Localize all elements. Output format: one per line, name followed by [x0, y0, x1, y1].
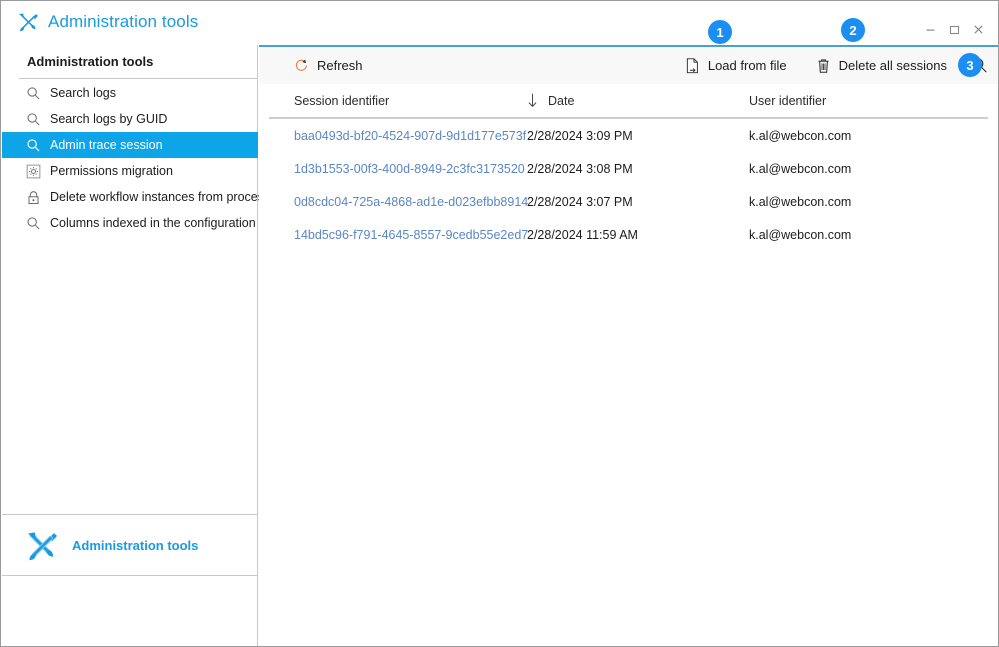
sidebar-item-search-logs[interactable]: Search logs [2, 80, 258, 106]
sidebar-header-divider [19, 78, 258, 79]
cell-date: 2/28/2024 11:59 AM [527, 227, 638, 242]
arrow-down-icon [528, 93, 537, 108]
table-header-row: Session identifier Date User identifier [259, 84, 998, 119]
delete-all-sessions-label: Delete all sessions [838, 58, 947, 73]
sidebar-item-label: Columns indexed in the configuration [50, 215, 256, 230]
cell-session-identifier[interactable]: 14bd5c96-f791-4645-8557-9cedb55e2ed7 [259, 228, 528, 242]
table-header-divider [269, 117, 988, 119]
cell-user-identifier: k.al@webcon.com [749, 128, 852, 143]
file-import-icon [684, 57, 701, 74]
toolbar-right-group: Load from file Delete all sessions [680, 57, 998, 74]
close-button[interactable] [966, 19, 990, 39]
application-window: Administration tools Administration tool… [0, 0, 999, 647]
gear-icon [24, 162, 42, 180]
cell-date: 2/28/2024 3:08 PM [527, 161, 633, 176]
cell-date: 2/28/2024 3:09 PM [527, 128, 633, 143]
sidebar-item-search-logs-by-guid[interactable]: Search logs by GUID [2, 106, 258, 132]
table-row[interactable]: 1d3b1553-00f3-400d-8949-2c3fc3173520 2/2… [259, 152, 998, 185]
minimize-button[interactable] [918, 19, 942, 39]
minimize-icon [926, 29, 934, 31]
lock-icon [24, 188, 42, 206]
sidebar-item-permissions-migration[interactable]: Permissions migration [2, 158, 258, 184]
column-header-user-identifier[interactable]: User identifier [749, 94, 969, 108]
window-controls [918, 19, 990, 39]
sidebar-item-label: Permissions migration [50, 163, 173, 178]
close-icon [973, 24, 983, 34]
sidebar-footer[interactable]: Administration tools [2, 514, 258, 576]
sessions-table: Session identifier Date User identifier … [259, 84, 998, 251]
maximize-icon [949, 25, 959, 34]
search-icon [24, 84, 42, 102]
search-icon [24, 214, 42, 232]
cell-session-identifier[interactable]: 1d3b1553-00f3-400d-8949-2c3fc3173520 [259, 162, 527, 176]
tools-icon [27, 532, 57, 561]
table-row[interactable]: 14bd5c96-f791-4645-8557-9cedb55e2ed7 2/2… [259, 218, 998, 251]
sidebar-item-label: Search logs by GUID [50, 111, 168, 126]
cell-user-identifier: k.al@webcon.com [749, 194, 852, 209]
cell-user-identifier: k.al@webcon.com [749, 227, 852, 242]
trash-icon [815, 57, 832, 74]
column-header-session-identifier[interactable]: Session identifier [259, 94, 527, 108]
callout-badge-2: 2 [841, 18, 865, 42]
sidebar-item-label: Delete workflow instances from process [50, 189, 271, 204]
sidebar-item-delete-workflow-instances[interactable]: Delete workflow instances from process [2, 184, 270, 210]
sidebar-nav-list: Search logs Search logs by GUID Admin tr… [2, 80, 270, 236]
maximize-button[interactable] [942, 19, 966, 39]
search-icon [24, 136, 42, 154]
content-pane: Refresh Load from file Delete all sessio… [259, 45, 998, 646]
sidebar-item-label: Search logs [50, 85, 117, 100]
callout-badge-3: 3 [958, 53, 982, 77]
sidebar: Administration tools Search logs Search … [2, 45, 270, 646]
column-header-date-label: Date [548, 93, 575, 108]
toolbar: Refresh Load from file Delete all sessio… [259, 47, 998, 84]
callout-badge-1: 1 [708, 20, 732, 44]
sidebar-item-columns-indexed[interactable]: Columns indexed in the configuration [2, 210, 258, 236]
cell-session-identifier[interactable]: 0d8cdc04-725a-4868-ad1e-d023efbb8914 [259, 195, 528, 209]
load-from-file-button[interactable]: Load from file [680, 57, 791, 74]
refresh-button[interactable]: Refresh [289, 47, 367, 84]
refresh-icon [293, 57, 310, 74]
cell-session-identifier[interactable]: baa0493d-bf20-4524-907d-9d1d177e573f [259, 129, 527, 143]
sidebar-item-admin-trace-session[interactable]: Admin trace session [2, 132, 258, 158]
app-title: Administration tools [18, 11, 198, 33]
table-body: baa0493d-bf20-4524-907d-9d1d177e573f 2/2… [259, 119, 998, 251]
tools-icon [18, 13, 38, 32]
refresh-label: Refresh [317, 58, 363, 73]
search-icon [24, 110, 42, 128]
cell-date: 2/28/2024 3:07 PM [527, 194, 633, 209]
table-row[interactable]: 0d8cdc04-725a-4868-ad1e-d023efbb8914 2/2… [259, 185, 998, 218]
app-title-label: Administration tools [48, 12, 199, 31]
sidebar-item-label: Admin trace session [50, 137, 163, 152]
sidebar-header: Administration tools [27, 53, 154, 69]
cell-user-identifier: k.al@webcon.com [749, 161, 852, 176]
sidebar-footer-label: Administration tools [72, 537, 199, 553]
column-header-date[interactable]: Date [527, 93, 749, 108]
table-row[interactable]: baa0493d-bf20-4524-907d-9d1d177e573f 2/2… [259, 119, 998, 152]
load-from-file-label: Load from file [707, 58, 787, 73]
delete-all-sessions-button[interactable]: Delete all sessions [811, 57, 951, 74]
